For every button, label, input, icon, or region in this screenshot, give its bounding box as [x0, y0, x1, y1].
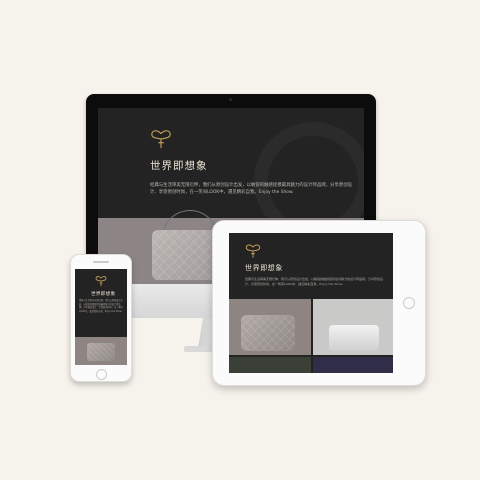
iphone-screen: 世界即想象 经典与生活审美无限衍伸，我们从原创设计出发，以敏锐的触感捉摸最具魅力… — [75, 269, 127, 365]
intro-paragraph: 经典与生活审美无限衍伸，我们从原创设计出发，以敏锐的触感捉摸最具魅力的设计师品牌… — [245, 277, 384, 286]
intro-paragraph: 经典与生活审美无限衍伸，我们从原创设计出发，以敏锐的触感捉摸最具魅力的设计师品牌… — [79, 299, 123, 313]
butterfly-logo-icon — [245, 244, 261, 258]
page-title: 世界即想象 — [245, 264, 283, 272]
intro-paragraph: 经典与生活审美无限衍伸，我们从原创设计出发，以敏锐的触感捉摸最具魅力的设计师品牌… — [150, 183, 352, 195]
product-image-bag[interactable] — [329, 325, 379, 351]
ipad-device: 世界即想象 经典与生活审美无限衍伸，我们从原创设计出发，以敏锐的触感捉摸最具魅力… — [212, 220, 426, 386]
product-image-bag[interactable] — [241, 315, 295, 351]
home-button[interactable] — [403, 297, 415, 309]
hero-section: 世界即想象 经典与生活审美无限衍伸，我们从原创设计出发，以敏锐的触感捉摸最具魅力… — [98, 108, 364, 240]
speaker — [93, 261, 109, 263]
butterfly-logo-icon — [151, 130, 171, 149]
page-title: 世界即想象 — [91, 292, 116, 297]
page-title: 世界即想象 — [150, 160, 208, 172]
product-tile-footer — [313, 357, 393, 373]
camera-icon — [229, 98, 232, 101]
butterfly-logo-icon — [95, 276, 107, 286]
home-button[interactable] — [96, 369, 107, 380]
product-tile-footer — [229, 357, 311, 373]
product-image-bag[interactable] — [87, 343, 115, 361]
iphone-device: 世界即想象 经典与生活审美无限衍伸，我们从原创设计出发，以敏锐的触感捉摸最具魅力… — [70, 254, 132, 382]
ipad-screen: 世界即想象 经典与生活审美无限衍伸，我们从原创设计出发，以敏锐的触感捉摸最具魅力… — [229, 233, 393, 373]
